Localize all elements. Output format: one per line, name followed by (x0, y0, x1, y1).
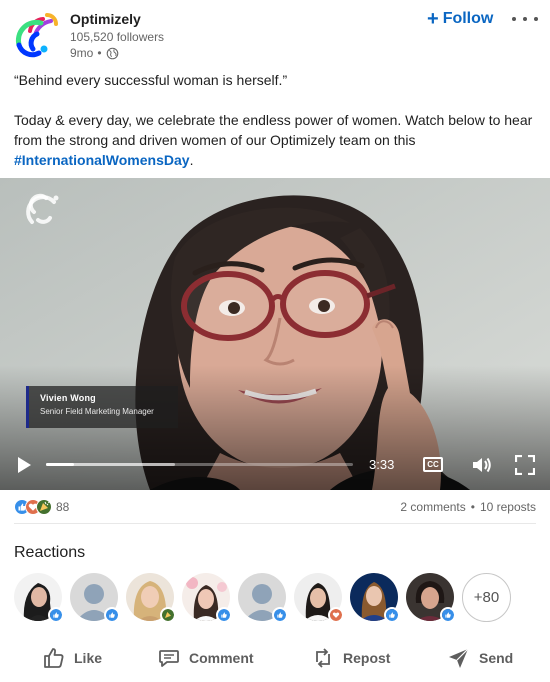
post-body: Today & every day, we celebrate the endl… (14, 110, 536, 170)
post-body-end: . (189, 152, 194, 168)
speaker-title: Senior Field Marketing Manager (40, 407, 154, 416)
play-icon[interactable] (15, 456, 33, 474)
ellipsis-icon-dot (534, 17, 538, 21)
send-label: Send (479, 650, 514, 666)
reactor-avatar[interactable] (294, 573, 344, 623)
follow-button[interactable]: + Follow (427, 8, 493, 30)
ellipsis-icon-dot (523, 17, 527, 21)
video-watermark-logo-icon (26, 193, 59, 224)
thumbs-up-icon (44, 648, 64, 668)
reposts-count[interactable]: 10 reposts (480, 500, 536, 514)
repost-label: Repost (343, 650, 391, 666)
follower-count: 105,520 followers (70, 30, 165, 44)
post-header: Optimizely 105,520 followers 9mo • + Fol… (0, 0, 550, 66)
video-player[interactable]: Vivien Wong Senior Field Marketing Manag… (0, 178, 550, 490)
celebrate-badge-icon (160, 607, 176, 623)
company-name[interactable]: Optimizely (70, 11, 141, 27)
like-badge-icon (272, 607, 288, 623)
reactor-avatar[interactable] (126, 573, 176, 623)
speaker-lower-third: Vivien Wong Senior Field Marketing Manag… (26, 386, 178, 428)
like-button[interactable]: Like (42, 644, 102, 672)
optimizely-logo[interactable] (13, 9, 63, 59)
repost-icon (316, 648, 330, 668)
reactor-avatar[interactable] (238, 573, 288, 623)
like-badge-icon (48, 607, 64, 623)
volume-icon[interactable] (471, 455, 493, 475)
hashtag-link[interactable]: #InternationalWomensDay (14, 152, 190, 168)
reactor-avatar[interactable] (406, 573, 456, 623)
time-separator: • (97, 46, 102, 60)
ellipsis-icon-dot (512, 17, 516, 21)
comment-label: Comment (189, 650, 254, 666)
fullscreen-icon[interactable] (515, 455, 535, 475)
progress-played (46, 463, 74, 466)
social-engagement: 2 comments • 10 reposts (400, 500, 536, 514)
count-separator: • (470, 500, 475, 514)
like-badge-icon (384, 607, 400, 623)
video-progress-bar[interactable] (46, 463, 353, 466)
like-badge-icon (104, 607, 120, 623)
action-bar: Like Comment Repost Send (0, 640, 550, 676)
reactions-heading: Reactions (14, 544, 86, 561)
divider (14, 523, 536, 524)
like-badge-icon (216, 607, 232, 623)
video-frame (0, 178, 550, 490)
more-reactors-button[interactable]: +80 (462, 573, 511, 622)
video-controls: 3:33 CC (0, 446, 550, 486)
post-time-row: 9mo • (70, 46, 119, 60)
post-text: “Behind every successful woman is hersel… (14, 70, 536, 170)
post-body-text: Today & every day, we celebrate the endl… (14, 112, 533, 148)
more-options-button[interactable] (512, 8, 538, 30)
reaction-icons[interactable] (14, 499, 56, 515)
send-button[interactable]: Send (447, 644, 513, 672)
like-label: Like (74, 650, 103, 666)
speaker-name: Vivien Wong (40, 393, 96, 403)
reactor-avatar[interactable] (14, 573, 64, 623)
reactor-avatar[interactable] (350, 573, 400, 623)
repost-button[interactable]: Repost (311, 644, 390, 672)
post-age: 9mo (70, 46, 94, 60)
celebrate-icon (36, 499, 52, 515)
like-badge-icon (440, 607, 456, 623)
post-quote: “Behind every successful woman is hersel… (14, 72, 288, 88)
send-icon (449, 648, 469, 668)
comments-count[interactable]: 2 comments (400, 500, 465, 514)
reactions-count[interactable]: 88 (56, 500, 69, 514)
closed-captions-button[interactable]: CC (423, 457, 443, 472)
follow-label: Follow (442, 10, 494, 27)
love-badge-icon (328, 607, 344, 623)
social-counts: 88 2 comments • 10 reposts (14, 497, 536, 517)
comment-button[interactable]: Comment (157, 644, 254, 672)
comment-icon (159, 650, 179, 667)
video-duration: 3:33 (369, 457, 395, 472)
reactor-avatar[interactable] (70, 573, 120, 623)
reactor-avatar[interactable] (182, 573, 232, 623)
globe-icon (106, 47, 118, 59)
plus-icon: + (427, 8, 439, 30)
